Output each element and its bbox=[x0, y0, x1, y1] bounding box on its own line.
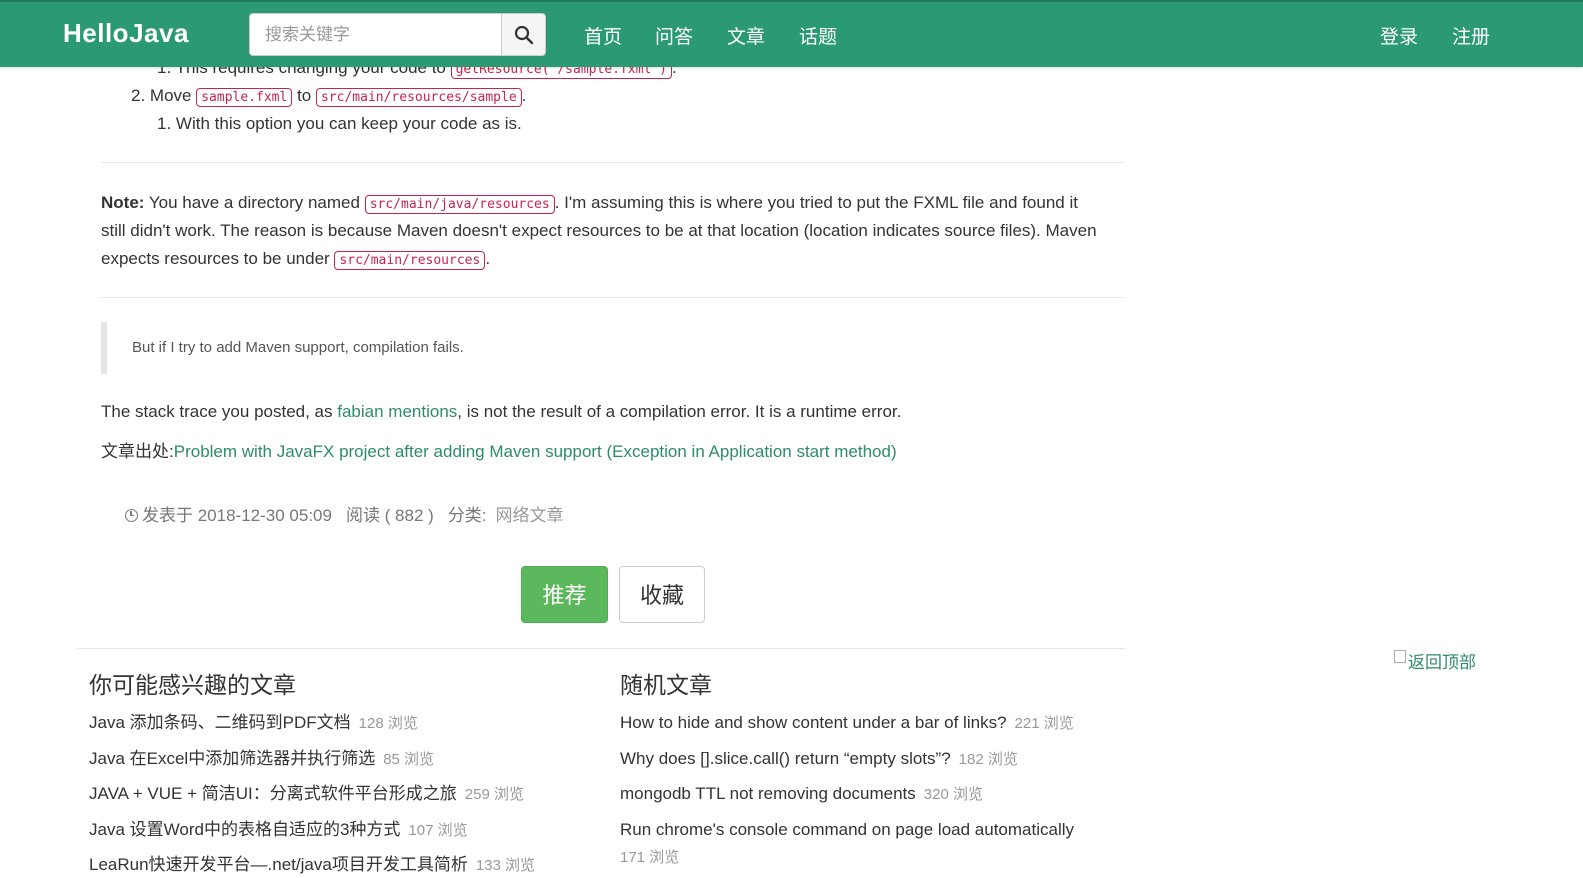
fabian-mentions-link[interactable]: fabian mentions bbox=[337, 402, 457, 421]
related-article-item[interactable]: Java 添加条码、二维码到PDF文档 128 浏览 bbox=[89, 711, 418, 736]
related-article-item[interactable]: LeaRun快速开发平台—.net/java项目开发工具简析 133 浏览 bbox=[89, 853, 535, 878]
site-logo[interactable]: HelloJava bbox=[63, 18, 189, 49]
random-article-item[interactable]: Why does [].slice.call() return “empty s… bbox=[620, 747, 1018, 772]
article-meta: 发表于 2018-12-30 05:09 阅读 ( 882 ) 分类: 网络文章 bbox=[125, 504, 564, 528]
related-article-item[interactable]: Java 设置Word中的表格自适应的3种方式 107 浏览 bbox=[89, 818, 468, 843]
back-to-top-link[interactable]: 返回顶部 bbox=[1394, 648, 1476, 673]
search-icon bbox=[514, 25, 533, 44]
random-article-item[interactable]: Run chrome's console command on page loa… bbox=[620, 818, 1074, 842]
inline-code: src/main/resources/sample bbox=[315, 88, 522, 107]
note-paragraph: expects resources to be under src/main/r… bbox=[101, 249, 491, 270]
nav-qa[interactable]: 问答 bbox=[655, 22, 693, 49]
random-article-item[interactable]: mongodb TTL not removing documents 320 浏览 bbox=[620, 782, 983, 807]
search-button[interactable] bbox=[501, 14, 545, 55]
divider bbox=[101, 297, 1125, 298]
note-paragraph: still didn't work. The reason is because… bbox=[101, 221, 1097, 240]
nav-topics[interactable]: 话题 bbox=[799, 22, 837, 49]
blockquote: But if I try to add Maven support, compi… bbox=[101, 322, 1125, 374]
inline-code: src/main/java/resources bbox=[364, 195, 555, 214]
note-paragraph: Note: You have a directory named src/mai… bbox=[101, 193, 1078, 214]
nav-articles[interactable]: 文章 bbox=[727, 22, 765, 49]
category-link[interactable]: 网络文章 bbox=[496, 506, 564, 525]
related-article-item[interactable]: JAVA + VUE + 简洁UI：分离式软件平台形成之旅 259 浏览 bbox=[89, 782, 524, 807]
divider bbox=[101, 162, 1125, 163]
list-item: 1. With this option you can keep your co… bbox=[157, 114, 522, 133]
broken-image-icon bbox=[1394, 650, 1406, 663]
top-navbar: HelloJava 首页 问答 文章 话题 登录 注册 bbox=[0, 0, 1583, 67]
favorite-button[interactable]: 收藏 bbox=[619, 566, 705, 623]
nav-home[interactable]: 首页 bbox=[584, 22, 622, 49]
inline-code: src/main/resources bbox=[334, 251, 486, 270]
search-input[interactable] bbox=[250, 14, 501, 55]
stack-trace-paragraph: The stack trace you posted, as fabian me… bbox=[101, 402, 902, 421]
login-link[interactable]: 登录 bbox=[1380, 22, 1418, 49]
random-articles-title: 随机文章 bbox=[620, 672, 712, 698]
recommend-button[interactable]: 推荐 bbox=[521, 566, 608, 623]
search-box bbox=[249, 13, 546, 56]
inline-code: sample.fxml bbox=[196, 88, 293, 107]
clock-icon bbox=[125, 509, 138, 522]
source-link[interactable]: Problem with JavaFX project after adding… bbox=[174, 442, 897, 461]
random-article-views: 171 浏览 bbox=[620, 849, 680, 866]
divider bbox=[76, 648, 1126, 649]
random-article-item[interactable]: How to hide and show content under a bar… bbox=[620, 711, 1074, 736]
article-content: 1. This requires changing your code to g… bbox=[0, 0, 1583, 875]
register-link[interactable]: 注册 bbox=[1452, 22, 1490, 49]
related-articles-title: 你可能感兴趣的文章 bbox=[89, 672, 296, 698]
related-article-item[interactable]: Java 在Excel中添加筛选器并执行筛选 85 浏览 bbox=[89, 747, 434, 772]
list-item: 2. Move sample.fxml to src/main/resource… bbox=[131, 86, 527, 107]
article-source: 文章出处:Problem with JavaFX project after a… bbox=[101, 442, 897, 461]
